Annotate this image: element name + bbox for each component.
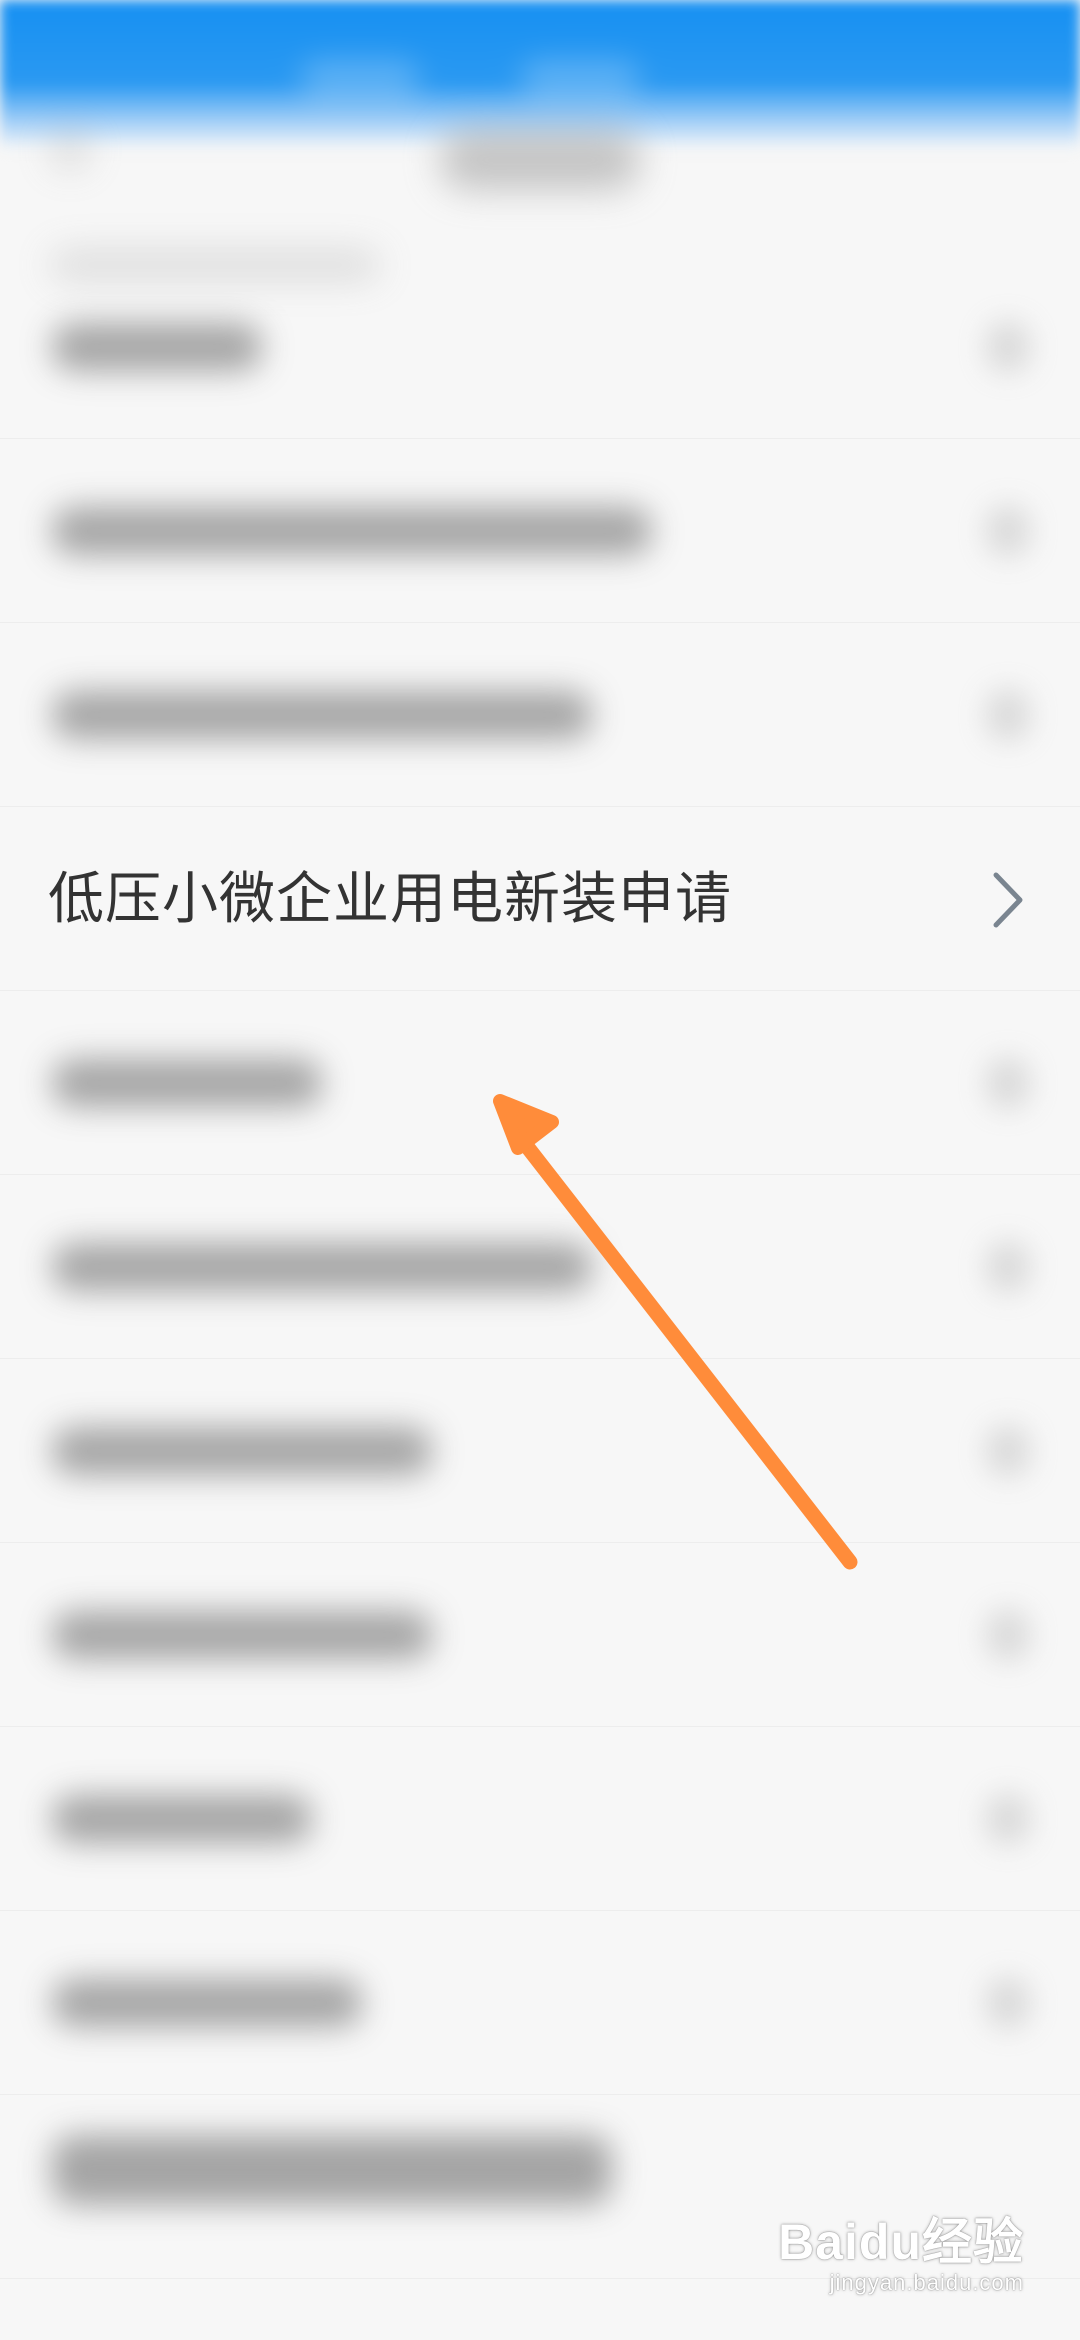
chevron-right-icon xyxy=(986,1241,1030,1293)
service-list: 低压小微企业用电新装申请 xyxy=(0,255,1080,2279)
blurred-item-label xyxy=(52,2135,612,2205)
blurred-back-icon xyxy=(50,130,90,170)
chevron-right-icon xyxy=(986,1609,1030,1661)
chevron-right-icon xyxy=(986,1977,1030,2029)
chevron-right-icon xyxy=(986,1057,1030,1109)
blurred-item-label xyxy=(52,1611,432,1659)
blurred-tab xyxy=(440,130,640,190)
list-item[interactable] xyxy=(0,1727,1080,1911)
list-item[interactable] xyxy=(0,1543,1080,1727)
list-item-low-voltage-new-install[interactable]: 低压小微企业用电新装申请 xyxy=(0,807,1080,991)
header-blurred-element xyxy=(520,60,640,100)
chevron-right-icon xyxy=(986,1425,1030,1477)
top-header-bar xyxy=(0,0,1080,150)
list-item[interactable] xyxy=(0,1175,1080,1359)
chevron-right-icon xyxy=(986,689,1030,741)
blurred-item-label xyxy=(52,1243,592,1291)
baidu-watermark: Baidu经验 jingyan.baidu.com xyxy=(778,2214,1024,2296)
watermark-site: jingyan.baidu.com xyxy=(829,2270,1024,2295)
chevron-right-icon xyxy=(986,321,1030,373)
list-item[interactable] xyxy=(0,1911,1080,2095)
list-item-label: 低压小微企业用电新装申请 xyxy=(48,867,732,932)
blurred-item-label xyxy=(52,691,592,739)
list-item[interactable] xyxy=(0,991,1080,1175)
list-item[interactable] xyxy=(0,623,1080,807)
blurred-item-label xyxy=(52,1427,432,1475)
blurred-item-label xyxy=(52,1059,322,1107)
chevron-right-icon xyxy=(993,872,1023,928)
header-blurred-element xyxy=(300,60,420,100)
blurred-item-label xyxy=(52,323,262,371)
list-item[interactable] xyxy=(0,439,1080,623)
watermark-brand: Baidu经验 xyxy=(778,2214,1024,2270)
list-item[interactable] xyxy=(0,1359,1080,1543)
chevron-right-icon xyxy=(986,505,1030,557)
blurred-item-label xyxy=(52,1979,362,2027)
list-item[interactable] xyxy=(0,255,1080,439)
blurred-item-label xyxy=(52,1795,312,1843)
chevron-right-icon xyxy=(986,1793,1030,1845)
blurred-item-label xyxy=(52,507,652,555)
